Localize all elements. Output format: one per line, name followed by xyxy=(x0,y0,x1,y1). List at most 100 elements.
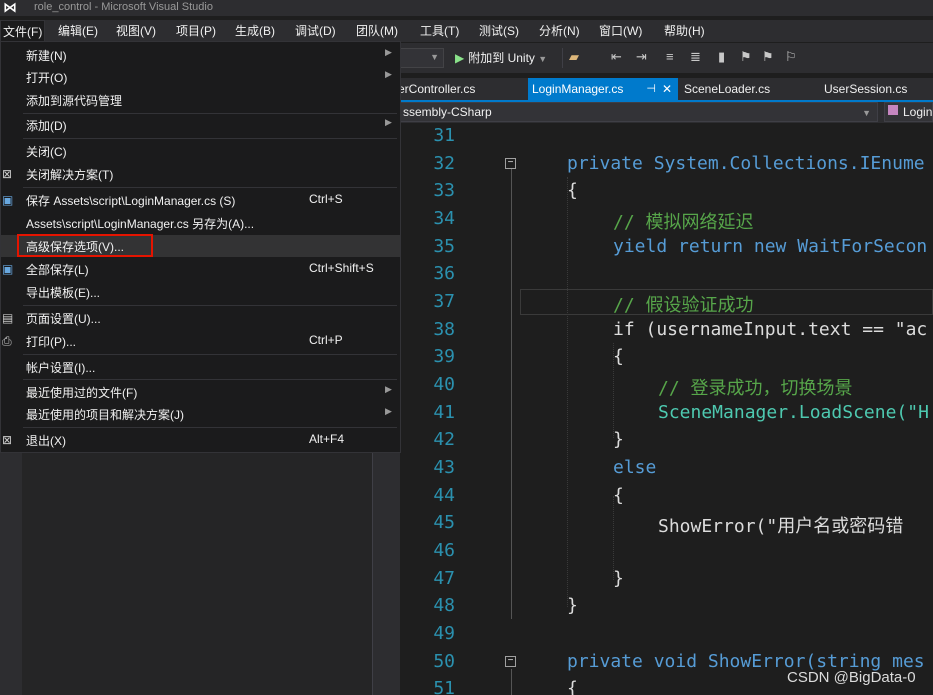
menu-separator xyxy=(23,305,397,306)
project-dropdown[interactable]: ssembly-CSharp ▼ xyxy=(400,102,878,122)
submenu-arrow-icon: ▶ xyxy=(385,69,392,79)
folder-icon[interactable]: ▰ xyxy=(569,50,579,64)
menu-view[interactable]: 视图(V) xyxy=(114,20,158,42)
outdent-icon[interactable]: ⇥ xyxy=(636,50,647,64)
code-line: ShowError("用户名或密码错 xyxy=(658,516,904,537)
code-line: if (usernameInput.text == "ac xyxy=(613,319,928,340)
code-line: { xyxy=(613,346,624,367)
class-icon xyxy=(888,105,898,115)
menu-item-save[interactable]: ▣ 保存 Assets\script\LoginManager.cs (S) Ctr… xyxy=(1,189,400,211)
line-number: 35 xyxy=(433,236,455,257)
member-dropdown[interactable]: Login xyxy=(884,102,933,122)
code-line: { xyxy=(613,485,624,506)
window-title: role_control - Microsoft Visual Studio xyxy=(34,1,213,13)
code-line: } xyxy=(613,568,624,589)
menu-analyze[interactable]: 分析(N) xyxy=(537,20,582,42)
menu-item-exit[interactable]: ⊠ 退出(X) Alt+F4 xyxy=(1,429,400,451)
menu-build[interactable]: 生成(B) xyxy=(233,20,277,42)
line-number: 39 xyxy=(433,346,455,367)
tab-user-session[interactable]: UserSession.cs xyxy=(818,78,933,100)
menu-item-page-setup[interactable]: ▤ 页面设置(U)... xyxy=(1,307,400,329)
close-icon[interactable]: ✕ xyxy=(662,78,672,100)
line-number: 46 xyxy=(433,540,455,561)
code-line: // 模拟网络延迟 xyxy=(613,212,754,233)
menu-item-save-all[interactable]: ▣ 全部保存(L) Ctrl+Shift+S xyxy=(1,258,400,280)
code-line: { xyxy=(567,180,578,201)
menu-help[interactable]: 帮助(H) xyxy=(662,20,707,42)
menu-item-add[interactable]: 添加(D) ▶ xyxy=(1,114,400,136)
submenu-arrow-icon: ▶ xyxy=(385,406,392,416)
print-icon: ⎙ xyxy=(2,334,12,348)
project-label: ssembly-CSharp xyxy=(403,105,492,119)
menu-item-account-settings[interactable]: 帐户设置(I)... xyxy=(1,356,400,378)
menu-item-open[interactable]: 打开(O) ▶ xyxy=(1,66,400,88)
comment-icon[interactable]: ≡ xyxy=(666,50,674,64)
menu-edit[interactable]: 编辑(E) xyxy=(56,20,100,42)
code-editor[interactable]: − − 31 32 33 34 35 36 37 38 39 40 41 42 … xyxy=(400,123,933,695)
menu-bar: 文件(F) 编辑(E) 视图(V) 项目(P) 生成(B) 调试(D) 团队(M… xyxy=(0,20,933,43)
menu-item-close[interactable]: 关闭(C) xyxy=(1,140,400,162)
menu-separator xyxy=(23,187,397,188)
menu-item-print[interactable]: ⎙ 打印(P)... Ctrl+P xyxy=(1,330,400,352)
menu-item-export-template[interactable]: 导出模板(E)... xyxy=(1,281,400,303)
indent-icon[interactable]: ⇤ xyxy=(611,50,622,64)
red-highlight-box xyxy=(17,234,153,257)
menu-separator xyxy=(23,427,397,428)
line-number: 32 xyxy=(433,153,455,174)
code-line: } xyxy=(613,429,624,450)
line-number: 50 xyxy=(433,651,455,672)
collapse-toggle[interactable]: − xyxy=(505,656,516,667)
line-number: 33 xyxy=(433,180,455,201)
indent-guide xyxy=(567,177,568,607)
tab-player-controller[interactable]: erController.cs xyxy=(398,78,524,100)
menu-file[interactable]: 文件(F) xyxy=(0,20,46,43)
code-line: private System.Collections.IEnume xyxy=(567,153,925,174)
code-line: } xyxy=(567,595,578,616)
play-icon: ▶ xyxy=(455,51,465,65)
solution-platform-dropdown[interactable]: ▼ xyxy=(400,48,444,68)
line-number: 36 xyxy=(433,263,455,284)
menu-separator xyxy=(23,138,397,139)
menu-debug[interactable]: 调试(D) xyxy=(293,20,338,42)
line-number: 34 xyxy=(433,208,455,229)
tab-login-manager[interactable]: LoginManager.cs ⊣ ✕ xyxy=(528,78,678,100)
save-icon: ▣ xyxy=(2,193,14,207)
pin-icon[interactable]: ⊣ xyxy=(646,78,656,100)
tab-label: LoginManager.cs xyxy=(532,82,624,96)
menu-separator xyxy=(23,379,397,380)
tab-scene-loader[interactable]: SceneLoader.cs xyxy=(678,78,814,100)
line-number: 44 xyxy=(433,485,455,506)
tab-label: UserSession.cs xyxy=(824,82,908,96)
collapse-toggle[interactable]: − xyxy=(505,158,516,169)
menu-item-close-solution[interactable]: ⊠ 关闭解决方案(T) xyxy=(1,163,400,185)
menu-team[interactable]: 团队(M) xyxy=(354,20,400,42)
bookmark-prev-icon[interactable]: ⚑ xyxy=(740,50,752,64)
tab-label: SceneLoader.cs xyxy=(684,82,771,96)
exit-icon: ⊠ xyxy=(2,433,13,447)
bookmark-next-icon[interactable]: ⚑ xyxy=(762,50,774,64)
uncomment-icon[interactable]: ≣ xyxy=(690,50,701,64)
menu-item-recent-projects[interactable]: 最近使用的项目和解决方案(J) ▶ xyxy=(1,403,400,425)
attach-to-unity-label: 附加到 Unity xyxy=(468,51,535,65)
menu-item-new[interactable]: 新建(N) ▶ xyxy=(1,44,400,66)
line-number: 41 xyxy=(433,402,455,423)
menu-project[interactable]: 项目(P) xyxy=(174,20,218,42)
line-number: 47 xyxy=(433,568,455,589)
title-bar: ⋈ role_control - Microsoft Visual Studio xyxy=(0,0,933,16)
menu-item-add-to-source-control[interactable]: 添加到源代码管理 xyxy=(1,89,400,111)
line-number: 42 xyxy=(433,429,455,450)
menu-item-recent-files[interactable]: 最近使用过的文件(F) ▶ xyxy=(1,381,400,403)
menu-item-save-as[interactable]: Assets\script\LoginManager.cs 另存为(A)... xyxy=(1,212,400,234)
attach-to-unity-button[interactable]: ▶ 附加到 Unity ▼ xyxy=(455,49,547,67)
save-all-icon: ▣ xyxy=(2,262,14,276)
line-number: 37 xyxy=(433,291,455,312)
line-number: 40 xyxy=(433,374,455,395)
watermark: CSDN @BigData-0 xyxy=(787,669,916,686)
menu-tools[interactable]: 工具(T) xyxy=(418,20,461,42)
clear-bookmarks-icon[interactable]: ⚐ xyxy=(785,50,797,64)
menu-separator xyxy=(23,354,397,355)
bookmark-icon[interactable]: ▮ xyxy=(718,50,725,64)
menu-window[interactable]: 窗口(W) xyxy=(597,20,644,42)
menu-test[interactable]: 测试(S) xyxy=(477,20,521,42)
submenu-arrow-icon: ▶ xyxy=(385,384,392,394)
